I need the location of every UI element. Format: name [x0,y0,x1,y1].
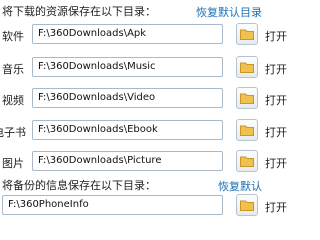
row-label-ebook: 电子书 [0,126,26,139]
folder-icon [240,156,254,167]
folder-icon [240,93,254,104]
folder-icon [240,62,254,73]
open-button-ebook[interactable]: 打开 [265,124,287,140]
path-field-apk[interactable]: F:\360Downloads\Apk [32,24,223,44]
row-label-music: 音乐 [2,63,24,76]
restore-default-dir-link[interactable]: 恢复默认目录 [196,4,262,20]
dir-row-picture: 图片 F:\360Downloads\Picture 打开 [0,150,289,173]
open-button-apk[interactable]: 打开 [265,28,287,44]
backup-dir-row: F:\360PhoneInfo 打开 [0,194,289,217]
path-field-backup[interactable]: F:\360PhoneInfo [2,195,223,215]
open-button-backup[interactable]: 打开 [265,199,287,215]
browse-folder-button-video[interactable] [236,87,258,109]
folder-icon [240,125,254,136]
row-label-software: 软件 [2,30,24,43]
dir-row-music: 音乐 F:\360Downloads\Music 打开 [0,56,289,79]
row-label-picture: 图片 [2,157,24,170]
browse-folder-button-backup[interactable] [236,194,258,216]
path-field-music[interactable]: F:\360Downloads\Music [32,57,223,77]
restore-default-backup-link[interactable]: 恢复默认 [218,178,262,194]
download-dir-heading: 将下载的资源保存在以下目录： [2,5,156,18]
folder-icon [240,200,254,211]
browse-folder-button-music[interactable] [236,56,258,78]
folder-icon [240,29,254,40]
browse-folder-button-ebook[interactable] [236,119,258,141]
dir-row-ebook: 电子书 F:\360Downloads\Ebook 打开 [0,119,289,142]
row-label-video: 视频 [2,94,24,107]
path-field-ebook[interactable]: F:\360Downloads\Ebook [32,120,223,140]
browse-folder-button-picture[interactable] [236,150,258,172]
open-button-picture[interactable]: 打开 [265,155,287,171]
backup-dir-heading: 将备份的信息保存在以下目录： [2,179,156,192]
dir-row-video: 视频 F:\360Downloads\Video 打开 [0,87,289,110]
path-field-video[interactable]: F:\360Downloads\Video [32,88,223,108]
path-field-picture[interactable]: F:\360Downloads\Picture [32,151,223,171]
open-button-video[interactable]: 打开 [265,92,287,108]
dir-row-apk: 软件 F:\360Downloads\Apk 打开 [0,23,289,46]
open-button-music[interactable]: 打开 [265,61,287,77]
browse-folder-button-apk[interactable] [236,23,258,45]
